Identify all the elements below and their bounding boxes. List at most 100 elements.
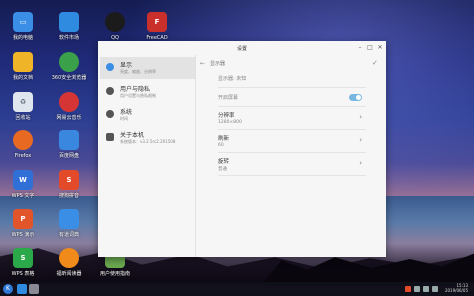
setting-label: 开启屏幕 bbox=[218, 95, 239, 101]
window-titlebar[interactable]: 设置 – □ ✕ bbox=[98, 41, 386, 55]
sidebar-item-subtitle: 亮度、缩放、分辨率 bbox=[120, 69, 156, 74]
desktop-icon-netease-music[interactable]: 网易云音乐 bbox=[47, 92, 91, 121]
breadcrumb: 显示器 bbox=[210, 61, 226, 67]
360-browser-icon bbox=[59, 52, 79, 72]
display-icon bbox=[106, 63, 114, 71]
chevron-right-icon: › bbox=[359, 159, 362, 167]
taskbar: K 15:13 2019/06/05 bbox=[0, 282, 474, 296]
setting-value: 60 bbox=[218, 143, 224, 148]
chevron-right-icon: › bbox=[359, 113, 362, 121]
checkmark-icon[interactable]: ✓ bbox=[372, 59, 378, 67]
desktop-icon-freecad[interactable]: F FreeCAD bbox=[135, 12, 179, 41]
desktop-icon-label: 软件市场 bbox=[58, 35, 79, 41]
desktop-icon-label: 福昕阅读器 bbox=[56, 271, 82, 277]
sidebar-item-display[interactable]: 显示 亮度、缩放、分辨率 bbox=[100, 57, 195, 79]
desktop-icon-label: 回收站 bbox=[15, 115, 31, 121]
taskbar-file-manager-icon[interactable] bbox=[17, 284, 27, 294]
sidebar-item-title: 显示 bbox=[120, 62, 133, 69]
setting-row-rotation[interactable]: 旋转 普通 › bbox=[218, 153, 366, 176]
desktop-icon-label: 360安全浏览器 bbox=[51, 75, 87, 81]
window-title: 设置 bbox=[236, 46, 247, 52]
setting-label: 刷新 bbox=[218, 136, 230, 142]
computer-icon: ▭ bbox=[13, 12, 33, 32]
start-menu-button[interactable]: K bbox=[3, 284, 13, 294]
back-arrow-icon[interactable]: ← bbox=[200, 60, 205, 67]
desktop-icon-qq[interactable]: QQ bbox=[93, 12, 137, 41]
desktop-icon-my-documents[interactable]: 我的文档 bbox=[1, 52, 45, 81]
folder-icon bbox=[13, 52, 33, 72]
desktop-icon-youdao-dict[interactable]: 有道词典 bbox=[47, 209, 91, 238]
taskbar-settings-icon[interactable] bbox=[29, 284, 39, 294]
software-store-icon bbox=[59, 12, 79, 32]
settings-main-panel: ← 显示器 ✓ 显示器: 未知 开启屏幕 分辨率 1280×800 › 刷新 6… bbox=[196, 55, 386, 257]
desktop-icon-label: 百度网盘 bbox=[58, 153, 79, 159]
sogou-pinyin-icon: S bbox=[59, 170, 79, 190]
setting-label: 分辨率 bbox=[218, 113, 235, 119]
desktop-icon-foxit-reader[interactable]: 福昕阅读器 bbox=[47, 248, 91, 277]
firefox-icon bbox=[13, 130, 33, 150]
setting-row-resolution[interactable]: 分辨率 1280×800 › bbox=[218, 107, 366, 130]
desktop-icon-label: WPS 表格 bbox=[11, 271, 35, 277]
sidebar-item-subtitle: 用户设置与隐私限制 bbox=[120, 93, 156, 98]
notification-icon[interactable] bbox=[432, 286, 438, 292]
sidebar-item-system[interactable]: 系统 时间 bbox=[100, 104, 195, 126]
recycle-bin-icon: ♻ bbox=[13, 92, 33, 112]
setting-value: 1280×800 bbox=[218, 120, 242, 125]
setting-row-refresh[interactable]: 刷新 60 › bbox=[218, 130, 366, 153]
youdao-dict-icon bbox=[59, 209, 79, 229]
setting-row-enable-screen: 开启屏幕 bbox=[218, 88, 366, 107]
user-privacy-icon bbox=[106, 87, 114, 95]
close-button[interactable]: ✕ bbox=[376, 44, 384, 52]
desktop-icon-baidu-netdisk[interactable]: 百度网盘 bbox=[47, 130, 91, 159]
freecad-icon: F bbox=[147, 12, 167, 32]
desktop-icon-label: WPS 演示 bbox=[11, 232, 35, 238]
qq-icon bbox=[105, 12, 125, 32]
desktop-icon-software-store[interactable]: 软件市场 bbox=[47, 12, 91, 41]
sidebar-item-user-privacy[interactable]: 用户与隐私 用户设置与隐私限制 bbox=[100, 81, 195, 103]
setting-row-monitor: 显示器: 未知 bbox=[218, 71, 366, 88]
sidebar-item-about[interactable]: 关于本机 系统版本：v3.2.5rc2.201508 bbox=[100, 127, 195, 149]
about-icon bbox=[106, 133, 114, 141]
desktop-icon-label: 我的电脑 bbox=[12, 35, 33, 41]
chevron-right-icon: › bbox=[359, 136, 362, 144]
desktop-icon-wps-writer[interactable]: W WPS 文字 bbox=[1, 170, 45, 199]
baidu-netdisk-icon bbox=[59, 130, 79, 150]
setting-label: 旋转 bbox=[218, 159, 230, 165]
desktop-icon-label: 网易云音乐 bbox=[56, 115, 82, 121]
taskbar-clock[interactable]: 15:13 2019/06/05 bbox=[445, 283, 468, 293]
setting-label: 显示器: 未知 bbox=[218, 76, 247, 82]
desktop-icon-label: 我的文档 bbox=[12, 75, 33, 81]
volume-icon[interactable] bbox=[423, 286, 429, 292]
wps-spreadsheet-icon: S bbox=[13, 248, 33, 268]
minimize-button[interactable]: – bbox=[356, 44, 364, 52]
wps-writer-icon: W bbox=[13, 170, 33, 190]
sidebar-item-subtitle: 系统版本：v3.2.5rc2.201508 bbox=[120, 139, 176, 144]
sidebar-item-title: 关于本机 bbox=[120, 132, 145, 139]
desktop-icon-360-browser[interactable]: 360安全浏览器 bbox=[47, 52, 91, 81]
foxit-reader-icon bbox=[59, 248, 79, 268]
sidebar-item-title: 系统 bbox=[120, 109, 133, 116]
sidebar-item-title: 用户与隐私 bbox=[120, 86, 151, 93]
network-icon[interactable] bbox=[414, 286, 420, 292]
desktop-icon-my-computer[interactable]: ▭ 我的电脑 bbox=[1, 12, 45, 41]
desktop-icon-wps-presentation[interactable]: P WPS 演示 bbox=[1, 209, 45, 238]
desktop-icon-label: 搜狗拼音 bbox=[58, 193, 79, 199]
settings-sidebar: 显示 亮度、缩放、分辨率 用户与隐私 用户设置与隐私限制 系统 时间 关于本机 … bbox=[100, 55, 195, 257]
settings-window: 设置 – □ ✕ 显示 亮度、缩放、分辨率 用户与隐私 用户设置与隐私限制 系统… bbox=[98, 41, 386, 257]
desktop-icon-label: 用户使用指南 bbox=[99, 271, 130, 277]
desktop-icon-label: WPS 文字 bbox=[11, 193, 35, 199]
sogou-tray-icon[interactable] bbox=[405, 286, 411, 292]
desktop-icon-label: 有道词典 bbox=[58, 232, 79, 238]
system-icon bbox=[106, 110, 114, 118]
desktop-icon-sogou-pinyin[interactable]: S 搜狗拼音 bbox=[47, 170, 91, 199]
desktop-icon-firefox[interactable]: Firefox bbox=[1, 130, 45, 159]
desktop-icon-recycle-bin[interactable]: ♻ 回收站 bbox=[1, 92, 45, 121]
sidebar-item-subtitle: 时间 bbox=[120, 116, 128, 121]
enable-screen-toggle[interactable] bbox=[349, 94, 362, 101]
wps-presentation-icon: P bbox=[13, 209, 33, 229]
netease-music-icon bbox=[59, 92, 79, 112]
desktop-icon-wps-spreadsheet[interactable]: S WPS 表格 bbox=[1, 248, 45, 277]
setting-value: 普通 bbox=[218, 167, 227, 172]
maximize-button[interactable]: □ bbox=[366, 44, 374, 52]
clock-date: 2019/06/05 bbox=[444, 288, 468, 293]
